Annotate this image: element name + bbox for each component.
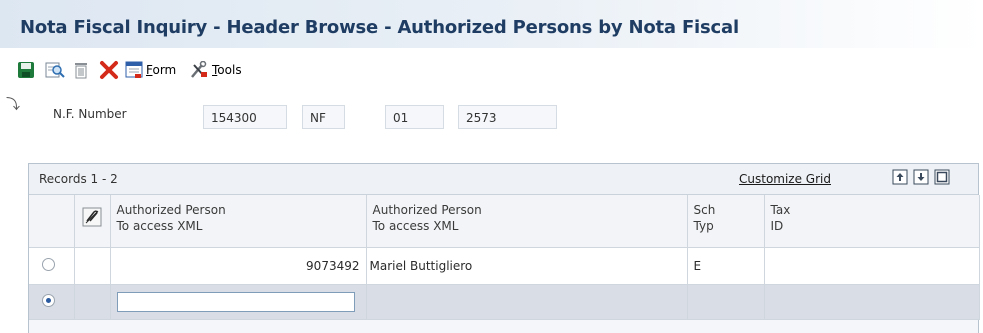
page-title: Nota Fiscal Inquiry - Header Browse - Au… xyxy=(20,17,739,38)
close-icon xyxy=(100,61,118,79)
form-menu-label: orm xyxy=(152,63,177,77)
find-icon xyxy=(45,62,65,78)
tools-menu-label: ools xyxy=(217,63,242,77)
nf-number-field: 154300 xyxy=(203,105,287,129)
tax-id-cell xyxy=(764,247,980,285)
table-row[interactable]: 9073492 Mariel Buttigliero E xyxy=(29,247,980,285)
trash-icon xyxy=(75,63,87,79)
authorized-persons-grid: Records 1 - 2 Customize Grid Authorized … xyxy=(28,163,980,333)
col-person-number-header[interactable]: Authorized Person To access XML xyxy=(110,195,367,248)
new-person-number-input[interactable] xyxy=(116,291,355,312)
person-name-cell: Mariel Buttigliero xyxy=(366,247,688,285)
new-sch-typ-cell xyxy=(687,284,765,320)
new-entry-row[interactable] xyxy=(29,284,980,320)
grid-table: Authorized Person To access XML Authorize… xyxy=(29,195,980,320)
nf-number-label: N.F. Number xyxy=(53,107,127,121)
form-menu[interactable]: Form xyxy=(125,58,176,82)
save-button[interactable] xyxy=(17,58,35,82)
cancel-button[interactable] xyxy=(99,58,119,82)
nf-type-field: NF xyxy=(302,105,345,129)
toolbar: Form Tools xyxy=(17,58,617,84)
maximize-icon[interactable] xyxy=(934,169,950,185)
attachment-icon xyxy=(82,207,101,227)
row-select-radio-selected[interactable] xyxy=(42,293,55,307)
nf-extra-field: 2573 xyxy=(458,105,557,129)
customize-grid-link[interactable]: Customize Grid xyxy=(739,172,831,186)
attachment-column-header[interactable] xyxy=(74,195,111,248)
new-tax-id-cell xyxy=(764,284,980,320)
grid-header: Records 1 - 2 Customize Grid xyxy=(29,164,978,195)
new-person-name-cell xyxy=(366,284,688,320)
col-person-name-header[interactable]: Authorized Person To access XML xyxy=(366,195,688,248)
col-sch-typ-header[interactable]: Sch Typ xyxy=(687,195,765,248)
new-row-attachment-cell xyxy=(74,284,111,320)
form-icon xyxy=(125,61,143,78)
import-icon[interactable] xyxy=(913,169,929,185)
row-select-radio[interactable] xyxy=(42,257,55,271)
expand-arrow-icon[interactable]: ⤵ xyxy=(6,94,20,114)
tools-icon xyxy=(191,61,207,78)
sch-typ-cell: E xyxy=(687,247,765,285)
records-count: Records 1 - 2 xyxy=(39,172,118,186)
save-icon xyxy=(18,62,34,78)
find-button[interactable] xyxy=(45,58,65,82)
col-tax-id-header[interactable]: Tax ID xyxy=(764,195,980,248)
title-bar: Nota Fiscal Inquiry - Header Browse - Au… xyxy=(0,0,983,48)
row-attachment-cell xyxy=(74,247,111,285)
export-icon[interactable] xyxy=(892,169,908,185)
select-column-header xyxy=(29,195,75,248)
grid-column-headers: Authorized Person To access XML Authorize… xyxy=(29,195,980,248)
nf-series-field: 01 xyxy=(385,105,444,129)
person-number-cell: 9073492 xyxy=(110,247,367,285)
tools-menu[interactable]: Tools xyxy=(189,58,242,82)
delete-button[interactable] xyxy=(73,58,89,82)
